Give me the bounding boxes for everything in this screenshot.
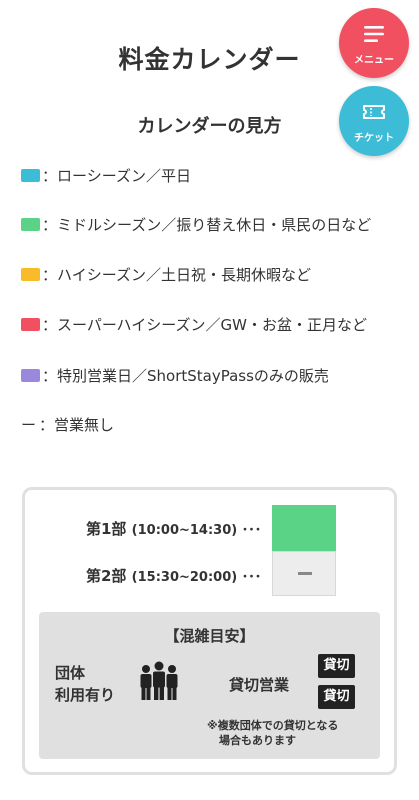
charter-note-line2: 場合もあります	[219, 734, 296, 747]
part2-row: 第2部 (15:30~20:00) ･･･	[86, 565, 261, 586]
ticket-button-label: チケット	[354, 133, 394, 144]
part1-time: (10:00~14:30) ･･･	[131, 523, 262, 538]
legend-label: ：ハイシーズン／土日祝・長期休暇など	[42, 266, 311, 284]
charter-badge: 貸切	[318, 654, 355, 678]
group-people-icon	[140, 661, 178, 700]
group-usage-line1: 団体	[55, 664, 86, 682]
closed-dash	[298, 572, 312, 575]
part1-label: 第1部	[86, 520, 127, 538]
part1-status-cell	[272, 505, 336, 551]
charter-badge: 貸切	[318, 685, 355, 709]
legend-swatch	[21, 169, 40, 182]
legend-item-special-day: ：特別営業日／ShortStayPassのみの販売	[21, 365, 329, 386]
legend-item-middle-season: ：ミドルシーズン／振り替え休日・県民の日など	[21, 214, 371, 235]
part2-label: 第2部	[86, 567, 127, 585]
legend-swatch	[21, 318, 40, 331]
charter-label: 貸切営業	[229, 676, 290, 694]
charter-note-line1: ※複数団体での貸切となる	[207, 719, 339, 732]
legend-swatch	[21, 369, 40, 382]
part1-row: 第1部 (10:00~14:30) ･･･	[86, 518, 261, 539]
legend-item-super-high-season: ：スーパーハイシーズン／GW・お盆・正月など	[21, 314, 367, 335]
legend-swatch	[21, 268, 40, 281]
group-usage-label: 団体 利用有り	[55, 662, 115, 706]
ticket-button[interactable]: チケット	[339, 86, 409, 156]
legend-label: ：ローシーズン／平日	[42, 167, 191, 185]
congestion-title: 【混雑目安】	[164, 627, 255, 645]
part2-status-cell	[272, 551, 336, 596]
congestion-guide: 【混雑目安】 団体 利用有り 貸切営業 貸切 貸切 ※複数団体での貸切となる 場…	[39, 612, 380, 759]
charter-note: ※複数団体での貸切となる 場合もあります	[207, 718, 338, 748]
menu-button[interactable]: メニュー	[339, 8, 409, 78]
legend-item-closed: ー ：営業無し	[21, 414, 114, 435]
legend-label: ：スーパーハイシーズン／GW・お盆・正月など	[42, 316, 367, 334]
legend-swatch	[21, 218, 40, 231]
ticket-icon	[363, 105, 385, 119]
part2-time: (15:30~20:00) ･･･	[131, 570, 262, 585]
legend-label: ：ミドルシーズン／振り替え休日・県民の日など	[42, 216, 372, 234]
hamburger-icon	[364, 26, 384, 42]
group-usage-line2: 利用有り	[55, 686, 116, 704]
legend-dash: ー	[21, 416, 37, 434]
menu-button-label: メニュー	[354, 55, 394, 66]
legend-item-high-season: ：ハイシーズン／土日祝・長期休暇など	[21, 264, 311, 285]
legend-label: ：特別営業日／ShortStayPassのみの販売	[42, 367, 329, 385]
calendar-example-card: 第1部 (10:00~14:30) ･･･ 第2部 (15:30~20:00) …	[22, 487, 397, 775]
legend-item-low-season: ：ローシーズン／平日	[21, 165, 191, 186]
legend-label: ：営業無し	[39, 416, 115, 434]
